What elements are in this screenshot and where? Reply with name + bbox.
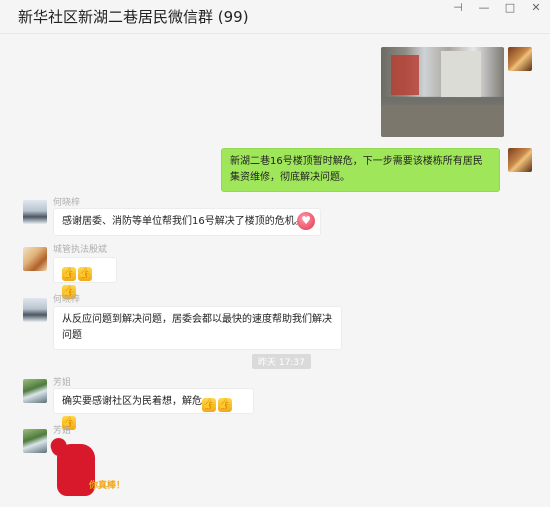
avatar[interactable] [23,200,47,224]
message-text: 确实要感谢社区为民着想，解危 [62,396,202,407]
title-bar: 新华社区新湖二巷居民微信群 (99) ⊣ — □ ✕ [0,0,550,34]
chat-title: 新华社区新湖二巷居民微信群 (99) [18,8,249,26]
message-bubble-incoming[interactable]: 确实要感谢社区为民着想，解危👍 👍👍 [53,388,254,430]
minimize-icon[interactable]: — [476,2,492,14]
message-bubble-incoming[interactable]: 从反应问题到解决问题，居委会都以最快的速度帮助我们解决问题 [53,306,342,350]
avatar[interactable] [23,247,47,271]
chat-area[interactable]: 新湖二巷16号楼顶暂时解危，下一步需要该楼栋所有居民集资维修，彻底解决问题。 何… [0,35,550,507]
window-controls: ⊣ — □ ✕ [450,2,544,14]
thumbs-up-icon: 👍 [218,398,232,412]
time-divider: 昨天 17:37 [252,354,311,369]
sticker[interactable]: 你真棒！ [53,438,125,500]
heart-emoji-icon: ♥ [297,212,315,230]
photo-roof [381,105,504,137]
thumbs-up-icon: 👍 [202,398,216,412]
sticker-text: 你真棒！ [89,481,126,491]
avatar[interactable] [23,379,47,403]
message-bubble-incoming[interactable]: 👍 👍👍 [53,257,117,299]
message-text: 感谢居委、消防等单位帮我们16号解决了楼顶的危机。 [62,216,305,227]
message-bubble-outgoing[interactable]: 新湖二巷16号楼顶暂时解危，下一步需要该楼栋所有居民集资维修，彻底解决问题。 [221,148,500,192]
photo-building-white [441,51,481,97]
photo-building-red [391,55,419,95]
maximize-icon[interactable]: □ [502,2,518,14]
avatar[interactable] [23,429,47,453]
message-bubble-incoming[interactable]: 感谢居委、消防等单位帮我们16号解决了楼顶的危机。 ♥ [53,208,321,236]
sender-name: 芳姐 [53,426,72,436]
message-image[interactable] [381,47,504,137]
avatar[interactable] [508,148,532,172]
sender-name: 芳姐 [53,378,72,388]
pin-icon[interactable]: ⊣ [450,2,466,14]
sender-name: 城管执法殷斌 [53,245,108,255]
thumbs-up-icon: 👍 [62,267,76,281]
sender-name: 何晓梓 [53,198,81,208]
avatar[interactable] [508,47,532,71]
avatar[interactable] [23,298,47,322]
sender-name: 何晓梓 [53,295,81,305]
thumbs-up-icon: 👍 [78,267,92,281]
close-icon[interactable]: ✕ [528,2,544,14]
